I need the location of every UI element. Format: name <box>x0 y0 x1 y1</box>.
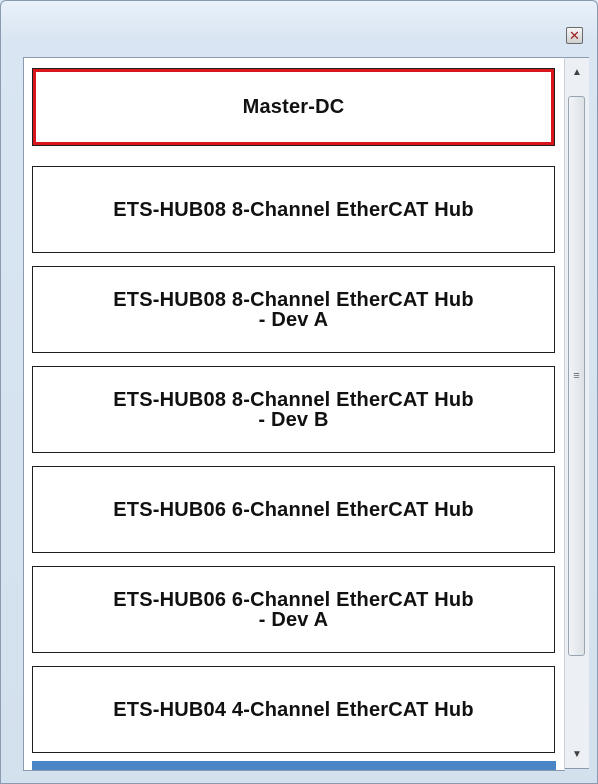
list-item[interactable]: ETS-HUB08 8-Channel EtherCAT Hub <box>32 166 555 253</box>
list-item[interactable]: ETS-HUB08 8-Channel EtherCAT Hub - Dev B <box>32 366 555 453</box>
scroll-down-button[interactable]: ▼ <box>565 744 589 764</box>
grip-icon: ≡ <box>573 369 580 382</box>
list-item-label: Master-DC <box>242 96 345 118</box>
close-button[interactable]: ✕ <box>566 27 583 44</box>
list-item-label: ETS-HUB04 4-Channel EtherCAT Hub <box>113 698 474 721</box>
list-item-label: ETS-HUB06 6-Channel EtherCAT Hub <box>113 498 474 521</box>
list-item-master-dc[interactable]: Master-DC <box>32 68 555 146</box>
list-item[interactable]: ETS-HUB06 6-Channel EtherCAT Hub <box>32 466 555 553</box>
panel-window: ✕ Master-DC ETS-HUB08 8-Channel EtherCAT… <box>0 0 598 784</box>
list-item-label: ETS-HUB08 8-Channel EtherCAT Hub <box>113 198 474 221</box>
list-item[interactable]: ETS-HUB06 6-Channel EtherCAT Hub - Dev A <box>32 566 555 653</box>
list-item-label: ETS-HUB06 6-Channel EtherCAT Hub - Dev A <box>113 588 474 631</box>
list-item[interactable]: ETS-HUB04 4-Channel EtherCAT Hub <box>32 666 555 753</box>
scrollbar-thumb[interactable]: ≡ <box>568 96 585 656</box>
list-item-label: ETS-HUB08 8-Channel EtherCAT Hub - Dev A <box>113 288 474 331</box>
list-item[interactable]: ETS-HUB08 8-Channel EtherCAT Hub - Dev A <box>32 266 555 353</box>
scroll-up-button[interactable]: ▲ <box>565 62 589 82</box>
close-icon: ✕ <box>569 28 580 43</box>
vertical-scrollbar[interactable]: ▲ ≡ ▼ <box>564 57 589 769</box>
chevron-down-icon: ▼ <box>572 748 582 760</box>
device-list: Master-DC ETS-HUB08 8-Channel EtherCAT H… <box>23 57 565 771</box>
next-item-partial[interactable] <box>32 761 556 770</box>
list-item-label: ETS-HUB08 8-Channel EtherCAT Hub - Dev B <box>113 388 474 431</box>
chevron-up-icon: ▲ <box>572 66 582 78</box>
